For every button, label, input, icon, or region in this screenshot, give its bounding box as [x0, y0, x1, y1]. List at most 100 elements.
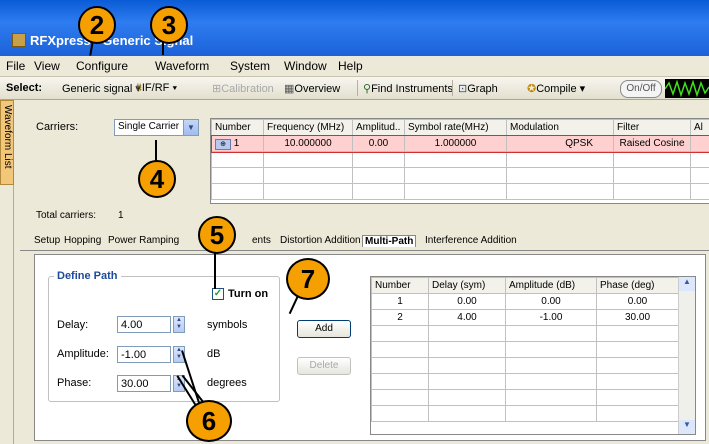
amplitude-input[interactable] — [117, 346, 171, 363]
graph-label: Graph — [467, 83, 498, 95]
graph-button[interactable]: ⊡Graph — [458, 82, 498, 95]
delay-unit: symbols — [207, 319, 248, 331]
tab-power-ramping[interactable]: Power Ramping — [108, 235, 179, 246]
tab-impairments[interactable]: ents — [252, 235, 271, 246]
table-row — [211, 151, 709, 168]
callout-line — [214, 251, 216, 289]
phase-input[interactable] — [117, 375, 171, 392]
calibration-icon: ⊞ — [212, 83, 222, 95]
table-row[interactable]: ⊕ 1 10.000000 0.00 1.000000 QPSK Raised … — [211, 134, 709, 153]
define-path-title: Define Path — [54, 270, 121, 282]
callout-6: 6 — [186, 400, 232, 442]
generic-signal-label: Generic signal — [62, 83, 133, 95]
menu-waveform[interactable]: Waveform — [155, 59, 209, 73]
if-rf-label: IF/RF — [141, 82, 170, 94]
carrier-table: Number Frequency (MHz) Amplitud.. Symbol… — [210, 118, 709, 204]
row-icon: ⊕ — [215, 138, 231, 150]
tab-strip: Setup Hopping Power Ramping ents Distort… — [20, 234, 709, 251]
column-header[interactable]: Amplitude (dB) — [505, 277, 597, 294]
column-header[interactable]: Symbol rate(MHz) — [404, 119, 507, 136]
waveform-icon — [664, 79, 709, 98]
calibration-button[interactable]: ⊞Calibration — [212, 82, 274, 95]
overview-button[interactable]: ▦Overview — [284, 82, 340, 95]
delay-label: Delay: — [57, 319, 89, 331]
chevron-down-icon: ▾ — [172, 82, 178, 94]
find-icon: ⚲ — [363, 83, 372, 95]
path-table: Number Delay (sym) Amplitude (dB) Phase … — [370, 276, 696, 435]
scroll-down-icon[interactable]: ▼ — [679, 420, 695, 434]
chevron-down-icon: ▾ — [579, 83, 586, 95]
carriers-select[interactable]: Single Carrier ▼ — [114, 119, 199, 136]
graph-icon: ⊡ — [458, 83, 468, 95]
phase-unit: degrees — [207, 377, 247, 389]
column-header[interactable]: Modulation — [506, 119, 614, 136]
chevron-down-icon: ▼ — [183, 120, 198, 135]
total-carriers-label: Total carriers: — [36, 210, 97, 221]
column-header[interactable]: Phase (deg) — [596, 277, 679, 294]
calibration-label: Calibration — [221, 83, 274, 95]
table-cell: 4.00 — [428, 309, 506, 326]
tab-multi-path[interactable]: Multi-Path — [362, 235, 417, 247]
column-header[interactable]: Delay (sym) — [428, 277, 506, 294]
table-cell: 10.000000 — [263, 135, 353, 152]
on-off-toggle[interactable]: On/Off — [620, 80, 662, 98]
delay-input[interactable] — [117, 316, 171, 333]
find-instruments-label: Find Instruments — [371, 83, 453, 95]
delay-stepper[interactable]: ▲ ▼ — [173, 316, 185, 333]
column-header[interactable]: Frequency (MHz) — [263, 119, 353, 136]
table-row[interactable]: 1 0.00 0.00 0.00 — [371, 293, 679, 310]
table-cell: 0.00 — [505, 293, 597, 310]
column-header[interactable]: Amplitud.. — [352, 119, 405, 136]
tab-interference-addition[interactable]: Interference Addition — [425, 235, 517, 246]
table-cell: 2 — [371, 309, 429, 326]
toolbar: Select: Generic signal ▾ ⩩IF/RF ▾ ⊞Calib… — [0, 77, 709, 100]
table-cell: -1.00 — [505, 309, 597, 326]
tab-setup[interactable]: Setup — [34, 235, 60, 246]
select-label: Select: — [6, 82, 43, 94]
callout-7: 7 — [286, 258, 330, 300]
menu-file[interactable]: File — [6, 59, 25, 73]
add-button[interactable]: Add — [297, 320, 351, 338]
waveform-list-tab[interactable]: Waveform List — [0, 100, 14, 185]
menu-view[interactable]: View — [34, 59, 60, 73]
path-table-header: Number Delay (sym) Amplitude (dB) Phase … — [371, 277, 679, 294]
table-cell: 1 — [371, 293, 429, 310]
menu-system[interactable]: System — [230, 59, 270, 73]
tab-hopping[interactable]: Hopping — [64, 235, 101, 246]
tab-distortion-addition[interactable]: Distortion Addition — [280, 235, 361, 246]
turn-on-checkbox[interactable]: ✓ — [212, 288, 224, 300]
vertical-scrollbar[interactable]: ▲ ▼ — [678, 277, 695, 434]
column-header[interactable]: Filter — [613, 119, 691, 136]
compile-dropdown[interactable]: ✪Compile ▾ — [527, 82, 585, 95]
carrier-table-header: Number Frequency (MHz) Amplitud.. Symbol… — [211, 119, 709, 136]
menu-help[interactable]: Help — [338, 59, 363, 73]
toolbar-separator — [357, 80, 358, 96]
generic-signal-dropdown[interactable]: Generic signal ▾ — [62, 82, 141, 95]
delete-button[interactable]: Delete — [297, 357, 351, 375]
scroll-up-icon[interactable]: ▲ — [679, 277, 695, 291]
total-carriers-value: 1 — [118, 210, 124, 221]
table-cell: 0.00 — [596, 293, 679, 310]
menu-window[interactable]: Window — [284, 59, 327, 73]
carriers-label: Carriers: — [36, 121, 79, 133]
find-instruments-button[interactable]: ⚲Find Instruments — [363, 82, 453, 95]
table-cell: 1.000000 — [404, 135, 507, 152]
callout-5: 5 — [198, 216, 236, 254]
amplitude-label: Amplitude: — [57, 348, 109, 360]
compile-label: Compile — [536, 83, 577, 95]
callout-3: 3 — [150, 6, 188, 44]
column-header[interactable]: Number — [211, 119, 264, 136]
table-cell: ⊕ 1 — [211, 135, 264, 152]
menu-configure[interactable]: Configure — [76, 59, 128, 73]
column-header[interactable]: Number — [371, 277, 429, 294]
table-cell: 0.00 — [428, 293, 506, 310]
phase-label: Phase: — [57, 377, 92, 389]
column-header[interactable]: Al — [690, 119, 709, 136]
table-row[interactable]: 2 4.00 -1.00 30.00 — [371, 309, 679, 326]
table-row — [371, 389, 679, 406]
if-rf-dropdown[interactable]: ⩩IF/RF ▾ — [136, 82, 177, 95]
callout-4: 4 — [138, 160, 176, 198]
table-cell: Raised Cosine — [613, 135, 691, 152]
table-row — [371, 357, 679, 374]
table-cell: 0.00 — [352, 135, 405, 152]
